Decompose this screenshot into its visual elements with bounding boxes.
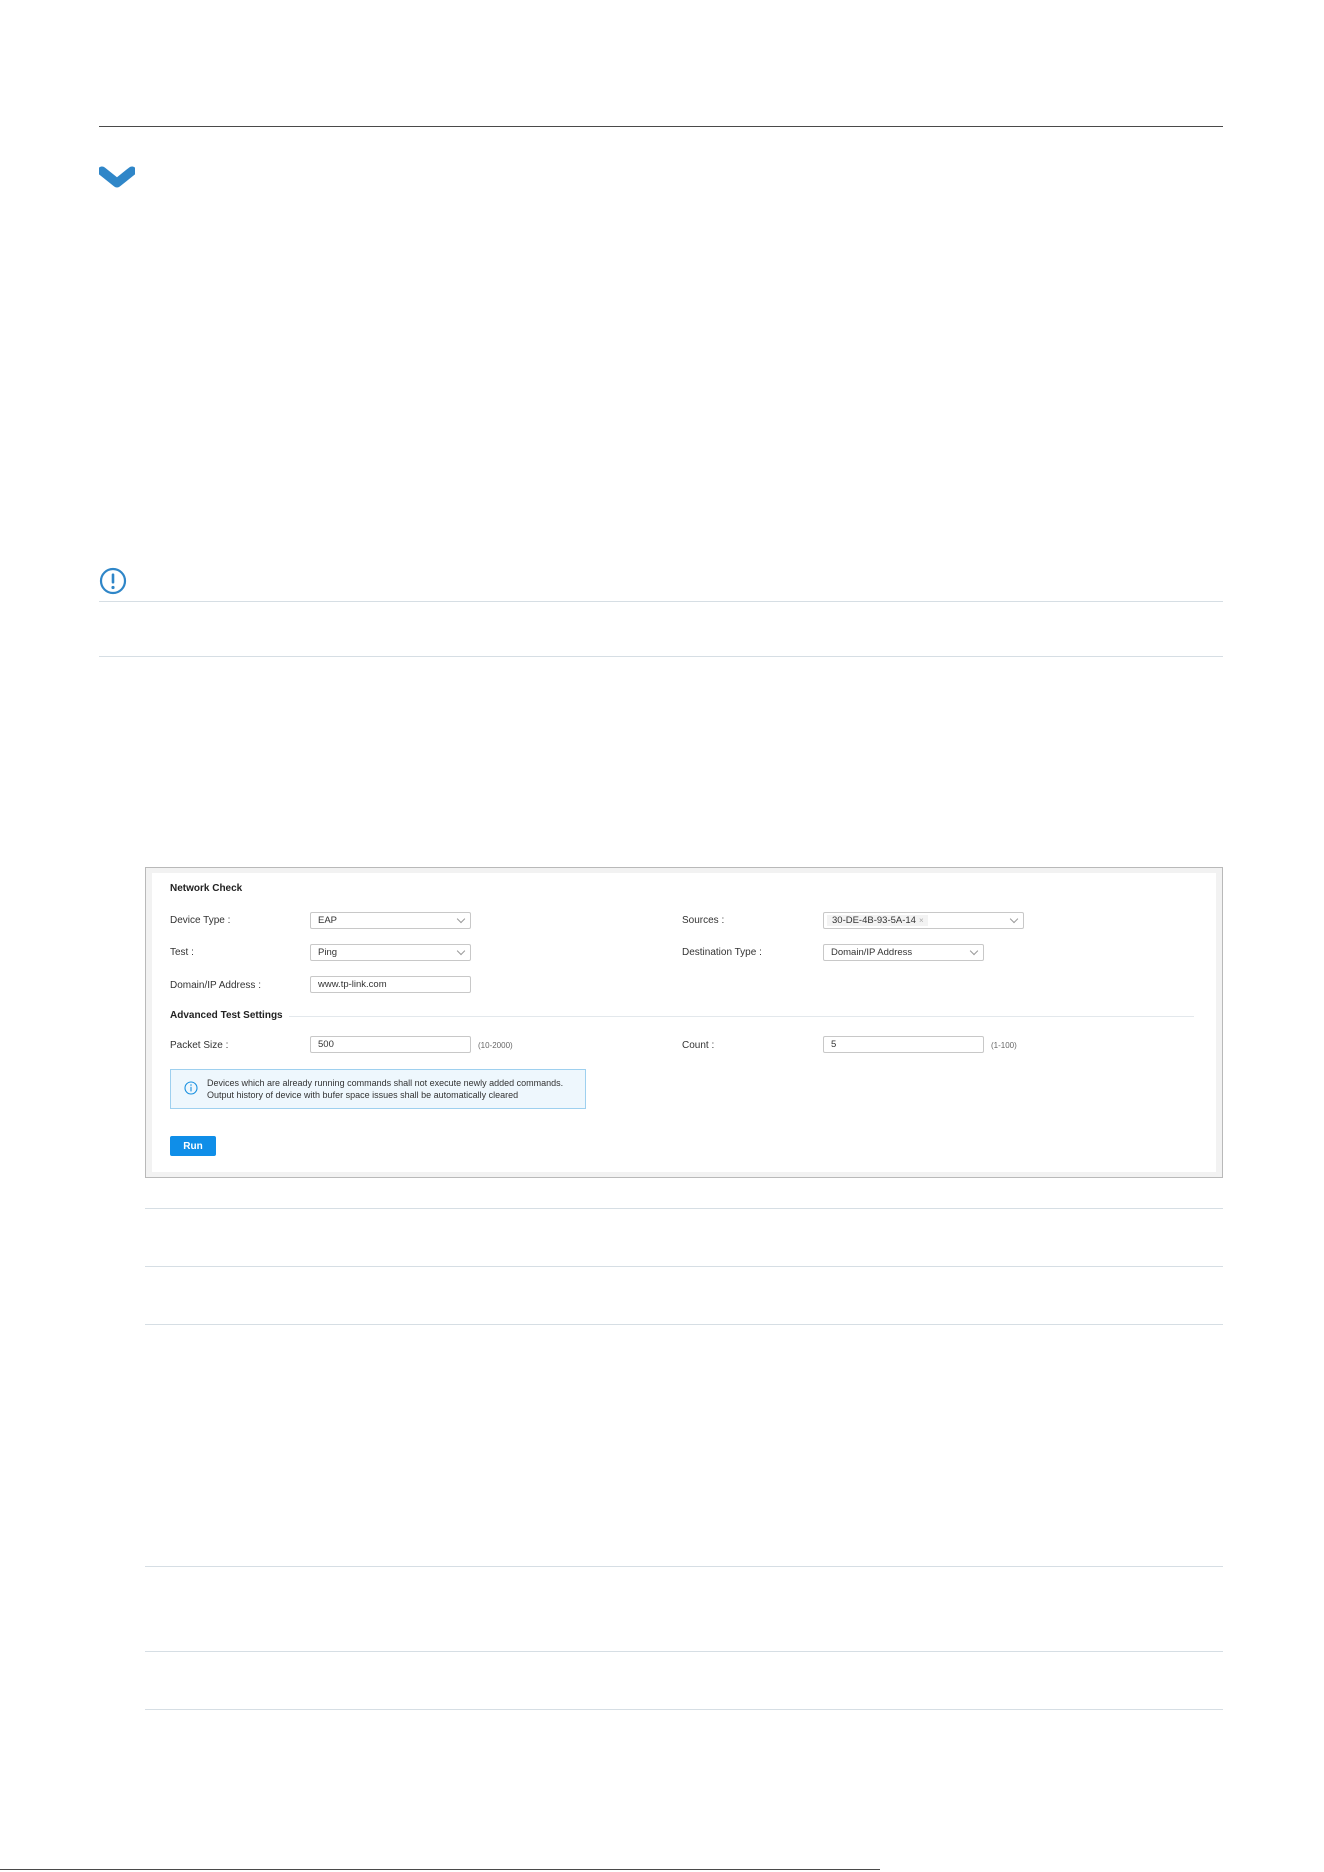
chevron-down-icon — [1009, 914, 1019, 924]
network-check-panel — [145, 867, 1223, 1178]
exclamation-circle-icon — [99, 567, 127, 595]
count-value: 5 — [831, 1039, 837, 1050]
packet-size-range: (10-2000) — [478, 1041, 513, 1050]
top-divider — [99, 126, 1223, 127]
chevron-down-icon — [99, 166, 135, 188]
destination-type-value: Domain/IP Address — [831, 947, 913, 958]
destination-type-label: Destination Type : — [682, 947, 762, 958]
destination-type-select[interactable]: Domain/IP Address — [823, 944, 984, 961]
chevron-down-icon — [456, 946, 466, 956]
packet-size-label: Packet Size : — [170, 1040, 229, 1051]
advanced-settings-divider — [289, 1016, 1194, 1017]
table-divider-1 — [145, 1208, 1223, 1209]
info-icon — [184, 1081, 198, 1095]
table-divider-4 — [145, 1566, 1223, 1567]
bottom-divider — [0, 1869, 880, 1870]
network-check-title: Network Check — [170, 883, 243, 894]
device-type-label: Device Type : — [170, 915, 231, 926]
info-notice: Devices which are already running comman… — [170, 1069, 586, 1109]
table-divider-3 — [145, 1324, 1223, 1325]
count-input[interactable]: 5 — [823, 1036, 984, 1053]
test-select[interactable]: Ping — [310, 944, 471, 961]
note-divider-top — [99, 601, 1223, 602]
test-label: Test : — [170, 947, 194, 958]
table-divider-2 — [145, 1266, 1223, 1267]
device-type-select[interactable]: EAP — [310, 912, 471, 929]
packet-size-value: 500 — [318, 1039, 334, 1050]
test-value: Ping — [318, 947, 338, 958]
notice-line-2: Output history of device with bufer spac… — [207, 1090, 519, 1100]
note-divider-bottom — [99, 656, 1223, 657]
packet-size-input[interactable]: 500 — [310, 1036, 471, 1053]
tag-close-icon[interactable]: × — [919, 916, 924, 925]
count-label: Count : — [682, 1040, 715, 1051]
run-button[interactable]: Run — [170, 1136, 216, 1156]
domain-ip-value: www.tp-link.com — [318, 979, 387, 990]
count-range: (1-100) — [991, 1041, 1017, 1050]
sources-label: Sources : — [682, 915, 725, 926]
device-type-value: EAP — [318, 915, 338, 926]
table-divider-5 — [145, 1651, 1223, 1652]
advanced-settings-title: Advanced Test Settings — [170, 1010, 283, 1021]
table-divider-6 — [145, 1709, 1223, 1710]
chevron-down-icon — [969, 946, 979, 956]
domain-ip-input[interactable]: www.tp-link.com — [310, 976, 471, 993]
source-tag[interactable]: 30-DE-4B-93-5A-14 × — [827, 915, 928, 926]
chevron-down-icon — [456, 914, 466, 924]
source-tag-label: 30-DE-4B-93-5A-14 — [832, 915, 916, 926]
sources-select[interactable]: 30-DE-4B-93-5A-14 × — [823, 912, 1024, 929]
notice-line-1: Devices which are already running comman… — [207, 1078, 564, 1088]
domain-ip-label: Domain/IP Address : — [170, 980, 261, 991]
